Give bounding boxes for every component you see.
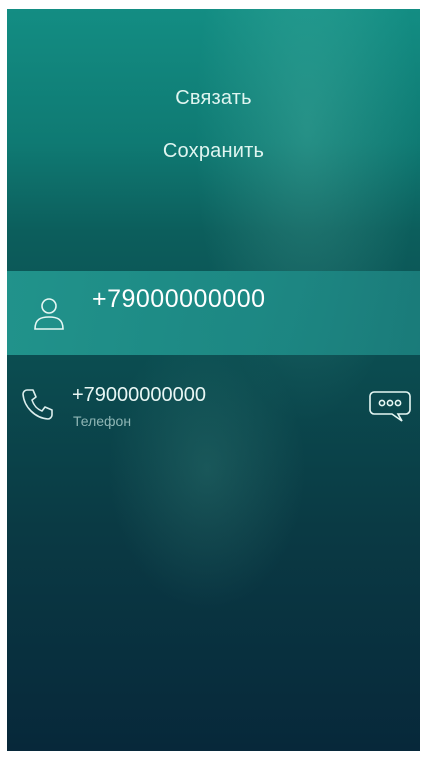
phone-detail-row[interactable] — [7, 375, 420, 433]
contact-phone-number: +79000000000 — [92, 285, 266, 313]
pulley-menu: Связать Сохранить — [7, 9, 420, 271]
phone-type-label: Телефон — [73, 413, 132, 429]
menu-item-link[interactable]: Связать — [7, 87, 420, 110]
person-icon — [34, 298, 64, 330]
message-bubble-icon[interactable] — [368, 388, 412, 424]
phone-icon — [22, 389, 53, 420]
menu-item-save[interactable]: Сохранить — [7, 140, 420, 163]
phone-number-value: +79000000000 — [72, 384, 207, 406]
contact-page: Связать Сохранить +79000000000 +79000000… — [7, 9, 420, 751]
